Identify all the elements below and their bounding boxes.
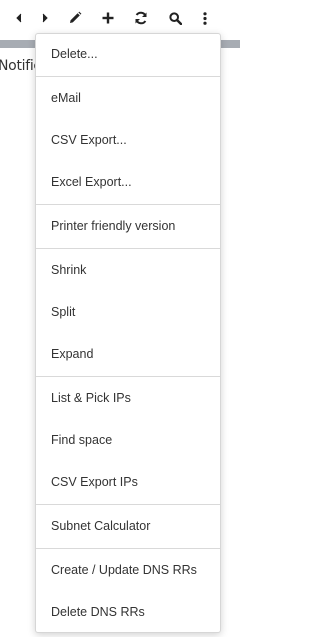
menu-item-delete-dns[interactable]: Delete DNS RRs [36,592,220,632]
menu-divider [36,548,220,549]
menu-divider [36,76,220,77]
search-icon[interactable] [166,9,184,27]
chevron-right-icon[interactable] [36,9,54,27]
menu-item-expand[interactable]: Expand [36,334,220,374]
menu-item-split[interactable]: Split [36,292,220,332]
chevron-left-icon[interactable] [10,9,28,27]
plus-icon[interactable] [99,9,117,27]
menu-item-excel-export[interactable]: Excel Export... [36,162,220,202]
menu-item-csv-export[interactable]: CSV Export... [36,120,220,160]
menu-item-find-space[interactable]: Find space [36,420,220,460]
menu-item-subnet-calculator[interactable]: Subnet Calculator [36,506,220,546]
menu-item-printer-friendly[interactable]: Printer friendly version [36,206,220,246]
menu-item-csv-export-ips[interactable]: CSV Export IPs [36,462,220,502]
menu-divider [36,376,220,377]
menu-item-create-update-dns[interactable]: Create / Update DNS RRs [36,550,220,590]
kebab-menu-icon[interactable] [196,9,214,27]
actions-dropdown-menu: Delete... eMail CSV Export... Excel Expo… [35,33,221,633]
menu-divider [36,504,220,505]
menu-item-shrink[interactable]: Shrink [36,250,220,290]
menu-item-email[interactable]: eMail [36,78,220,118]
refresh-icon[interactable] [132,9,150,27]
menu-divider [36,204,220,205]
pencil-icon[interactable] [66,9,84,27]
menu-item-delete[interactable]: Delete... [36,34,220,74]
toolbar [0,0,240,36]
background-content [0,148,36,637]
menu-item-list-pick-ips[interactable]: List & Pick IPs [36,378,220,418]
menu-divider [36,248,220,249]
